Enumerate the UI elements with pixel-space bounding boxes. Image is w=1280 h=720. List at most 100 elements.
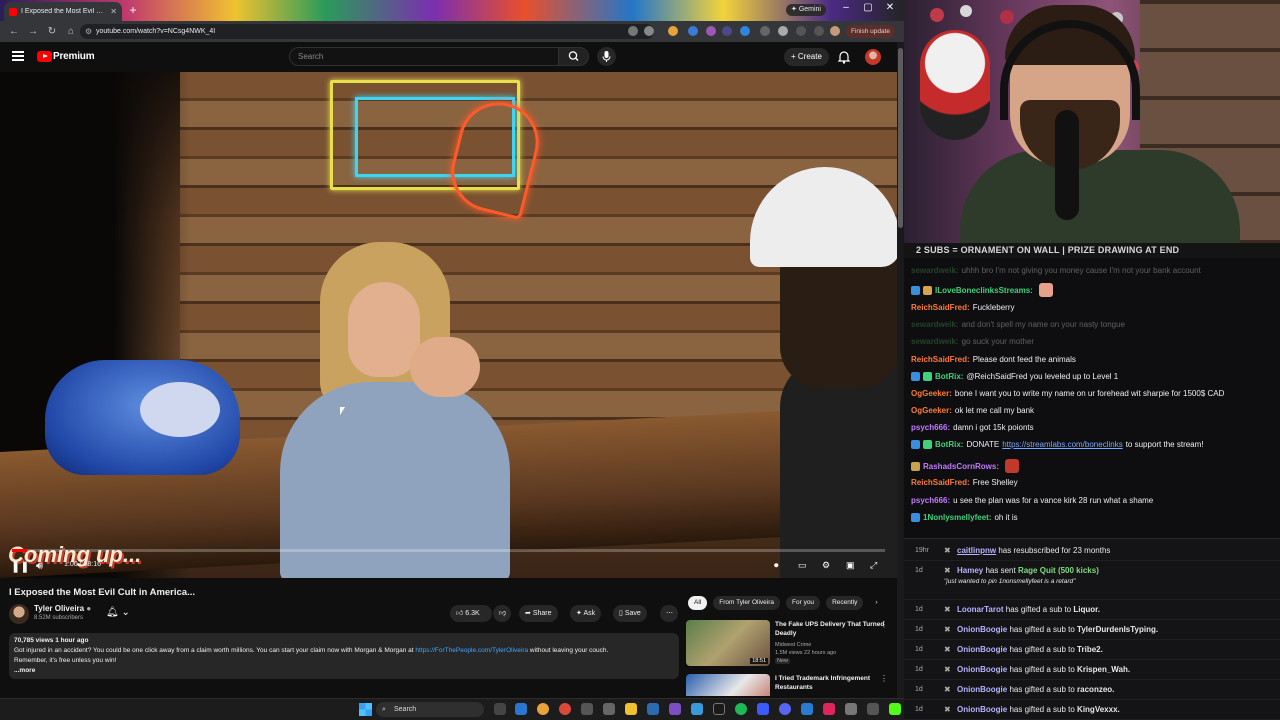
discord-icon[interactable] (779, 703, 791, 715)
extension-icon[interactable] (778, 26, 788, 36)
volume-icon[interactable]: 🔊︎ (36, 560, 43, 573)
forward-icon[interactable]: → (25, 26, 41, 37)
chat-username[interactable]: psych666: (911, 496, 950, 505)
taskbar-search[interactable]: ⌕ Search (376, 702, 484, 717)
chat-username[interactable]: RashadsCornRows: (923, 462, 999, 471)
more-actions-icon[interactable]: ⋯ (660, 605, 678, 622)
youtube-logo-icon[interactable] (37, 51, 52, 62)
spotify-icon[interactable] (735, 703, 747, 715)
install-icon[interactable] (628, 26, 638, 36)
event-user[interactable]: caitlinpnw (957, 546, 996, 555)
description-more-link[interactable]: ...more (14, 666, 674, 676)
event-user[interactable]: OnionBoogie (957, 645, 1007, 654)
url-field[interactable]: ⚙ youtube.com/watch?v=NCsg4NWK_4I (80, 24, 654, 39)
chat-username[interactable]: OgGeeker: (911, 389, 952, 398)
task-view-icon[interactable] (494, 703, 506, 715)
maximize-icon[interactable]: ▢ (858, 2, 878, 13)
app-icon[interactable] (669, 703, 681, 715)
pause-icon[interactable]: ❚❚ (11, 560, 29, 573)
downloads-icon[interactable] (814, 26, 824, 36)
edge-icon[interactable] (515, 703, 527, 715)
gemini-button[interactable]: ✦ Gemini (786, 4, 826, 16)
app-icon[interactable] (691, 703, 703, 715)
file-explorer-icon[interactable] (625, 703, 637, 715)
fullscreen-icon[interactable]: ⤢ (870, 560, 877, 571)
share-button[interactable]: ➦ Share (519, 605, 558, 622)
tab-close-icon[interactable]: ✕ (110, 7, 117, 16)
ask-button[interactable]: ✦ Ask (570, 605, 602, 622)
more-options-icon[interactable]: ⋮ (880, 620, 888, 629)
chat-username[interactable]: OgGeeker: (911, 406, 952, 415)
app-icon[interactable] (823, 703, 835, 715)
profile-avatar[interactable] (830, 26, 840, 36)
autoplay-toggle[interactable]: ⏺ (774, 560, 779, 571)
search-button[interactable] (559, 47, 589, 66)
sidebar-icon[interactable] (796, 26, 806, 36)
back-icon[interactable]: ← (6, 26, 22, 37)
subscribed-bell-icon[interactable]: 🔔︎ ⌄ (106, 607, 130, 618)
chat-username[interactable]: sewardweik: (911, 337, 959, 346)
channel-avatar[interactable] (9, 604, 29, 624)
chat-link[interactable]: https://streamlabs.com/boneclinks (1002, 440, 1123, 449)
extension-icon[interactable] (668, 26, 678, 36)
miniplayer-icon[interactable]: ▣ (846, 560, 855, 571)
event-user[interactable]: OnionBoogie (957, 685, 1007, 694)
app-icon[interactable] (603, 703, 615, 715)
page-scrollbar[interactable] (897, 42, 904, 698)
chat-username[interactable]: sewardweik: (911, 320, 959, 329)
notifications-bell-icon[interactable] (836, 49, 852, 65)
chip-from-channel[interactable]: From Tyler Oliveira (713, 596, 781, 610)
close-window-icon[interactable]: ✕ (880, 2, 900, 13)
video-thumbnail[interactable]: 18:51 (686, 620, 770, 666)
description-link[interactable]: https://ForThePeople.com/TylerOliveira (415, 647, 528, 654)
voice-search-button[interactable] (597, 47, 616, 66)
create-button[interactable]: + Create (784, 48, 829, 66)
browser-tab[interactable]: I Exposed the Most Evil Cult ✕ (4, 2, 122, 21)
scrollbar-thumb[interactable] (898, 48, 903, 228)
extensions-puzzle-icon[interactable] (760, 26, 770, 36)
site-info-icon[interactable]: ⚙ (85, 24, 92, 39)
obs-icon[interactable] (713, 703, 725, 715)
home-icon[interactable]: ⌂ (63, 26, 79, 37)
chat-username[interactable]: psych666: (911, 423, 950, 432)
event-user[interactable]: Hamey (957, 566, 983, 575)
save-button[interactable]: ▯ Save (613, 605, 647, 622)
like-button[interactable]: 👍︎ 6.3K (450, 605, 492, 622)
video-player[interactable]: Coming up... ❚❚ 🔊︎ 1:00 / 58:16 ⏺ ▭ ⚙ ▣ … (0, 72, 897, 578)
chat-username[interactable]: ReichSaidFred: (911, 478, 970, 487)
app-icon[interactable] (647, 703, 659, 715)
app-icon[interactable] (757, 703, 769, 715)
chevron-right-icon[interactable]: › (869, 596, 883, 610)
chat-username[interactable]: ReichSaidFred: (911, 355, 970, 364)
more-options-icon[interactable]: ⋮ (880, 674, 888, 683)
youtube-brand[interactable]: Premium (53, 51, 95, 62)
video-progress-bar[interactable] (12, 549, 885, 552)
windows-start-icon[interactable] (359, 703, 372, 716)
chat-username[interactable]: BotRix: (935, 440, 963, 449)
extension-icon[interactable] (722, 26, 732, 36)
extension-icon[interactable] (688, 26, 698, 36)
chip-for-you[interactable]: For you (786, 596, 821, 610)
app-icon[interactable] (581, 703, 593, 715)
new-tab-icon[interactable]: + (127, 4, 139, 16)
captions-icon[interactable]: ▭ (798, 560, 807, 571)
video-description[interactable]: 70,785 views 1 hour ago Got injured in a… (9, 633, 679, 679)
chat-username[interactable]: BotRix: (935, 372, 963, 381)
finish-update-button[interactable]: Finish update (846, 25, 896, 38)
recommended-video[interactable]: I Tried Trademark Infringement Restauran… (686, 674, 896, 696)
event-user[interactable]: OnionBoogie (957, 665, 1007, 674)
bookmark-star-icon[interactable] (644, 26, 654, 36)
event-user[interactable]: OnionBoogie (957, 625, 1007, 634)
search-input[interactable]: Search (289, 47, 559, 66)
chat-username[interactable]: sewardweik: (911, 266, 959, 275)
app-icon[interactable] (845, 703, 857, 715)
app-icon[interactable] (867, 703, 879, 715)
chip-all[interactable]: All (688, 596, 708, 610)
reload-icon[interactable]: ↻ (44, 26, 60, 37)
recommended-video[interactable]: 18:51 The Fake UPS Delivery That Turned … (686, 620, 896, 668)
chat-username[interactable]: ILoveBoneclinksStreams: (935, 286, 1033, 295)
chrome-icon[interactable] (559, 703, 571, 715)
menu-icon[interactable] (12, 51, 24, 61)
app-icon[interactable] (801, 703, 813, 715)
channel-name[interactable]: Tyler Oliveira ● (34, 604, 91, 613)
